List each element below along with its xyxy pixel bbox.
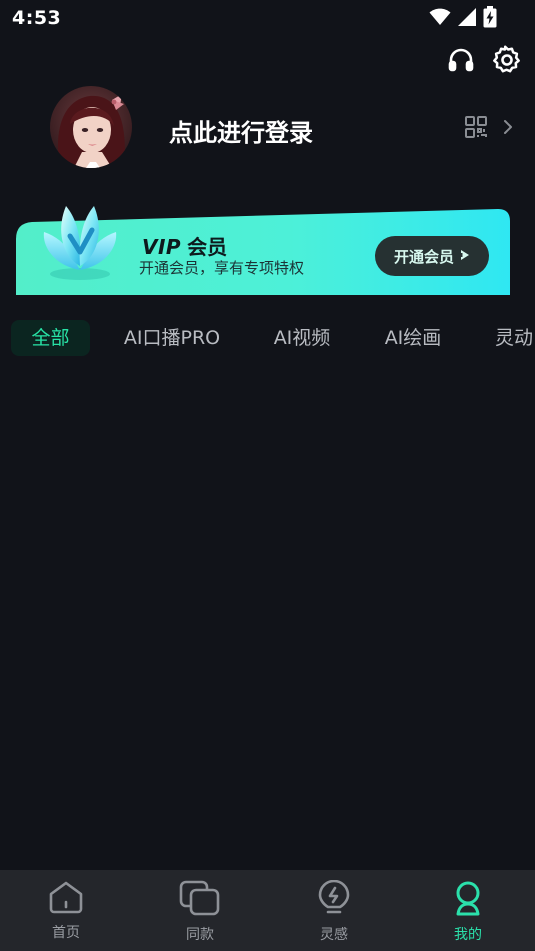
user-avatar[interactable]	[50, 86, 132, 168]
tab-all[interactable]: 全部	[11, 320, 90, 356]
nav-mine-label: 我的	[454, 927, 482, 943]
nav-inspiration[interactable]: 灵感	[294, 879, 374, 944]
profile-icon	[451, 880, 485, 920]
tab-ai-broadcast-pro[interactable]: AI口播PRO	[114, 320, 230, 356]
wifi-icon	[429, 8, 451, 30]
login-prompt[interactable]: 点此进行登录	[169, 113, 313, 148]
battery-charging-icon	[483, 6, 497, 32]
nav-same-style[interactable]: 同款	[160, 880, 240, 944]
open-vip-button-label: 开通会员	[393, 247, 454, 266]
settings-gear-icon[interactable]	[491, 44, 523, 76]
tab-ai-video[interactable]: AI视频	[262, 320, 342, 356]
nav-same-style-label: 同款	[186, 927, 214, 943]
tab-lingdong[interactable]: 灵动	[487, 320, 535, 356]
open-vip-button[interactable]: 开通会员	[375, 236, 489, 276]
vip-subtitle: 开通会员，享有专项特权	[139, 259, 305, 277]
copy-stack-icon	[179, 880, 221, 920]
vip-title-vip: VIP	[142, 235, 182, 259]
play-arrow-icon	[460, 247, 470, 265]
qr-code-icon[interactable]	[465, 116, 487, 142]
tab-ai-painting[interactable]: AI绘画	[373, 320, 453, 356]
vip-title: VIP 会员	[142, 231, 227, 260]
bottom-navigation: 首页 同款 灵感 我的	[0, 870, 535, 951]
headphones-icon[interactable]	[445, 44, 477, 76]
vip-crown-icon	[36, 200, 126, 282]
nav-mine[interactable]: 我的	[428, 880, 508, 944]
lightbulb-icon	[317, 879, 351, 920]
status-icons	[429, 6, 497, 32]
vip-title-member: 会员	[187, 235, 228, 259]
status-time: 4:53	[12, 7, 62, 29]
nav-inspiration-label: 灵感	[320, 927, 348, 943]
qr-entry[interactable]	[465, 116, 513, 142]
signal-icon	[457, 7, 477, 31]
status-bar: 4:53	[0, 0, 535, 36]
nav-home[interactable]: 首页	[26, 880, 106, 942]
home-icon	[48, 880, 84, 918]
chevron-right-icon	[503, 119, 513, 139]
header-actions	[445, 44, 523, 76]
nav-home-label: 首页	[52, 925, 80, 941]
category-tabs: 全部 AI口播PRO AI视频 AI绘画 灵动	[0, 318, 535, 358]
